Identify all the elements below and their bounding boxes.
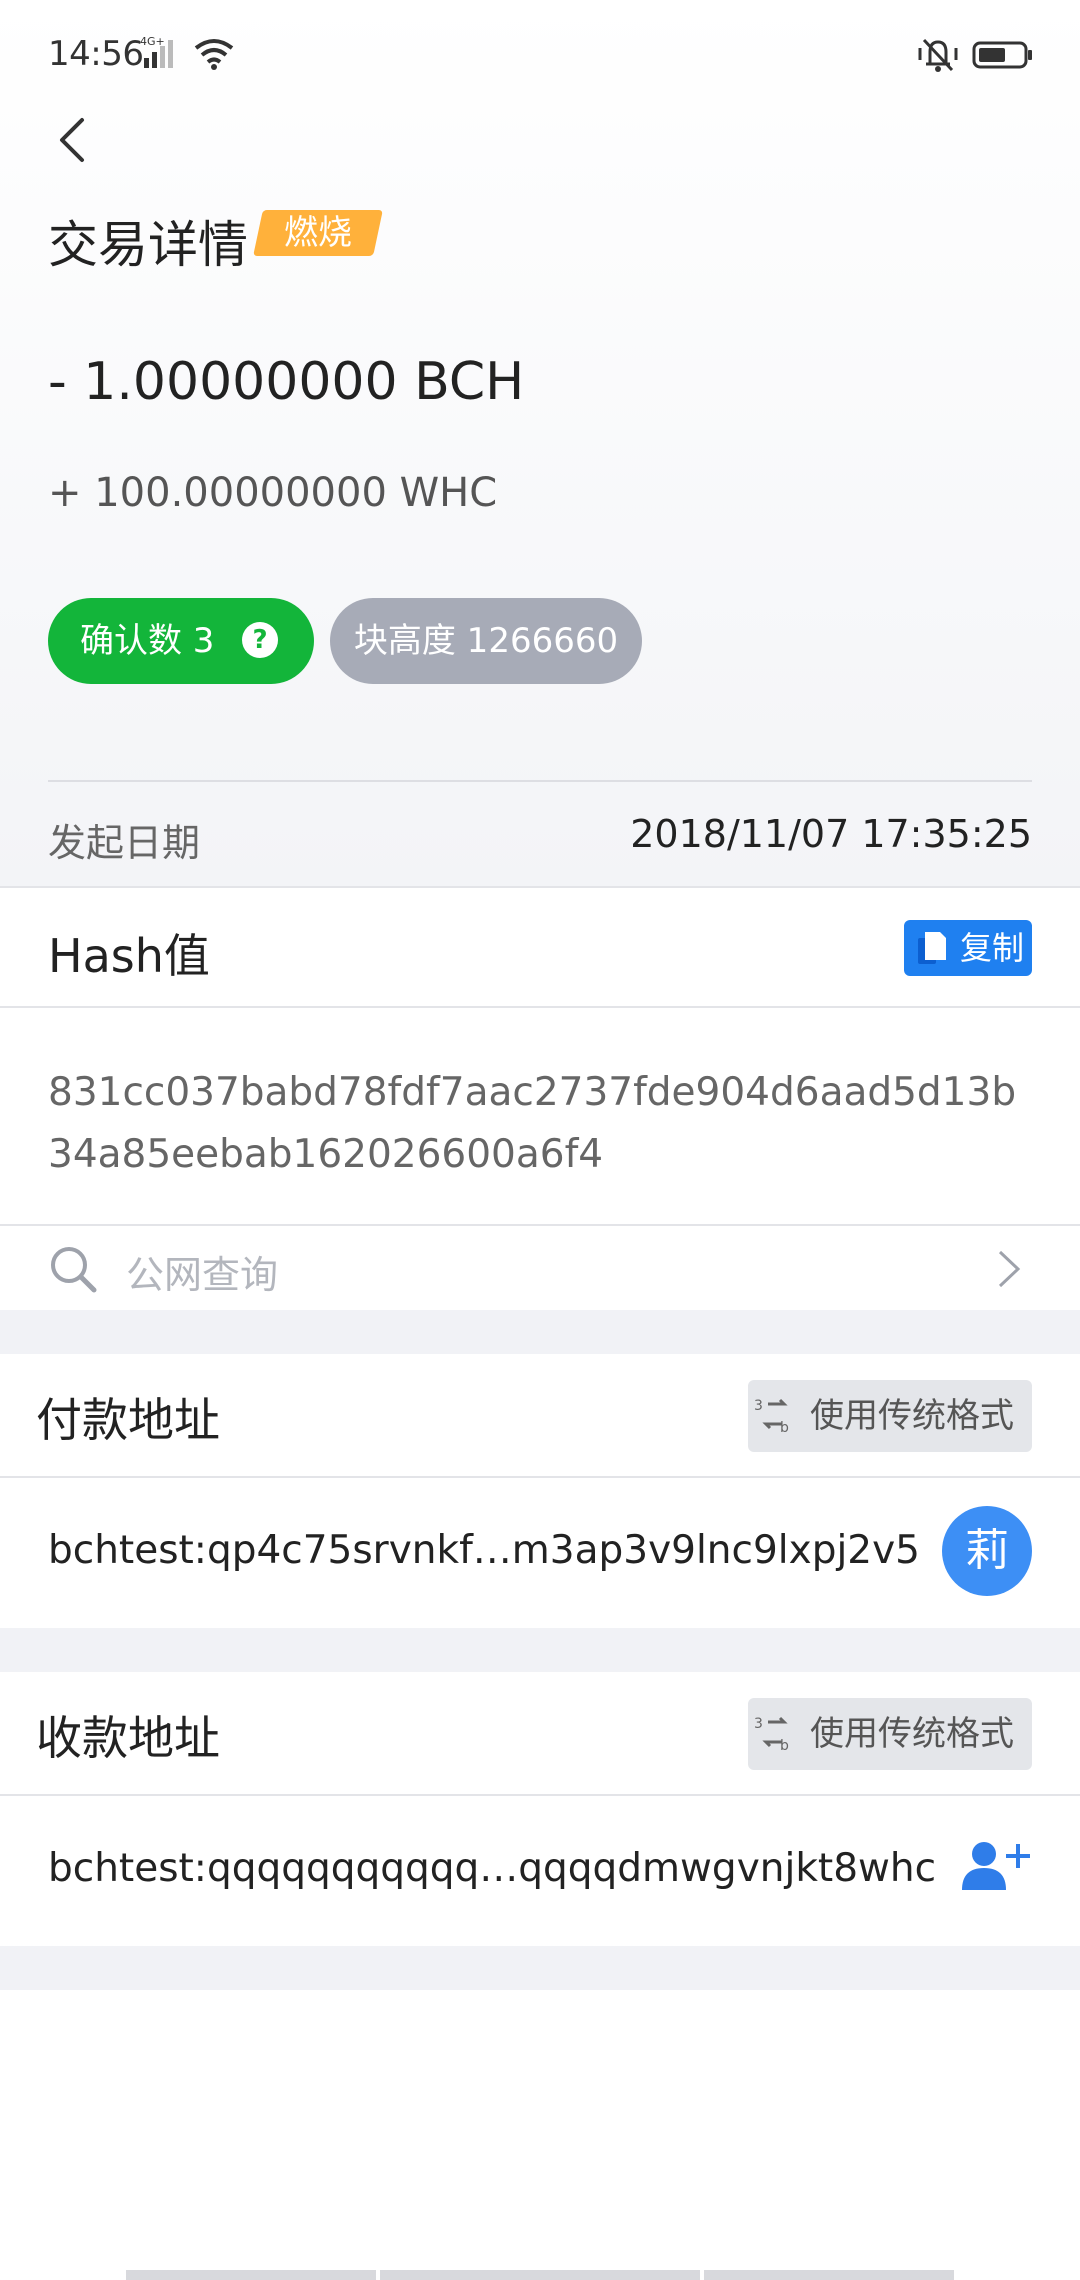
section-gap	[0, 1946, 1080, 1990]
divider	[0, 1794, 1080, 1796]
avatar[interactable]: 莉	[942, 1506, 1032, 1596]
date-label: 发起日期	[48, 821, 201, 865]
help-icon[interactable]: ?	[242, 622, 278, 658]
public-explorer-row[interactable]: 公网查询	[0, 1226, 1080, 1310]
chevron-right-icon	[998, 1250, 1021, 1288]
copy-icon	[918, 932, 946, 964]
section-gap	[0, 1628, 1080, 1672]
burn-badge-label: 燃烧	[284, 213, 352, 253]
status-time: 14:56	[48, 34, 144, 74]
format-switch-icon: 3 b	[754, 1716, 789, 1754]
back-button[interactable]	[52, 110, 100, 170]
confirmations-label: 确认数 3	[80, 621, 215, 661]
divider	[0, 886, 1080, 888]
amount-whc: + 100.00000000 WHC	[48, 470, 498, 516]
svg-text:3: 3	[754, 1398, 763, 1414]
header-background	[0, 0, 1080, 888]
payee-format-button[interactable]: 3 b 使用传统格式	[748, 1698, 1032, 1770]
signal-icon: 4G+	[140, 35, 173, 68]
divider	[48, 780, 1032, 782]
payee-format-label: 使用传统格式	[810, 1714, 1014, 1754]
vibrate-icon	[918, 38, 958, 72]
svg-text:3: 3	[754, 1716, 763, 1732]
copy-label: 复制	[960, 929, 1025, 967]
nav-indicator	[380, 2270, 700, 2280]
section-gap	[0, 1310, 1080, 1354]
svg-text:b: b	[780, 1738, 789, 1754]
payer-title: 付款地址	[36, 1393, 220, 1447]
amount-bch: - 1.00000000 BCH	[48, 352, 525, 412]
public-explorer-label: 公网查询	[126, 1253, 279, 1297]
page-title: 交易详情	[48, 216, 248, 274]
payee-title: 收款地址	[36, 1711, 220, 1765]
payer-format-label: 使用传统格式	[810, 1396, 1014, 1436]
date-value: 2018/11/07 17:35:25	[630, 812, 1032, 856]
divider	[0, 1476, 1080, 1478]
divider	[0, 1006, 1080, 1008]
hash-title: Hash值	[48, 929, 210, 983]
svg-text:b: b	[780, 1420, 789, 1436]
block-height-pill: 块高度 1266660	[330, 598, 642, 684]
burn-badge: 燃烧	[253, 210, 383, 256]
format-switch-icon: 3 b	[754, 1398, 789, 1436]
confirmations-pill[interactable]: 确认数 3 ?	[48, 598, 314, 684]
payer-address[interactable]: bchtest:qp4c75srvnkf…m3ap3v9lnc9lxpj2v5	[48, 1528, 920, 1573]
hash-value[interactable]: 831cc037babd78fdf7aac2737fde904d6aad5d13…	[48, 1062, 1038, 1186]
copy-button[interactable]: 复制	[904, 920, 1032, 976]
nav-indicator	[126, 2270, 376, 2280]
wifi-icon	[194, 39, 234, 70]
battery-icon	[972, 41, 1032, 69]
status-bar: 14:56 4G+	[0, 0, 1080, 110]
payee-address[interactable]: bchtest:qqqqqqqqqqq…qqqqdmwgvnjkt8whc	[48, 1846, 936, 1891]
add-contact-icon[interactable]	[958, 1838, 1034, 1894]
search-icon	[51, 1247, 97, 1293]
payer-format-button[interactable]: 3 b 使用传统格式	[748, 1380, 1032, 1452]
nav-indicator	[704, 2270, 954, 2280]
